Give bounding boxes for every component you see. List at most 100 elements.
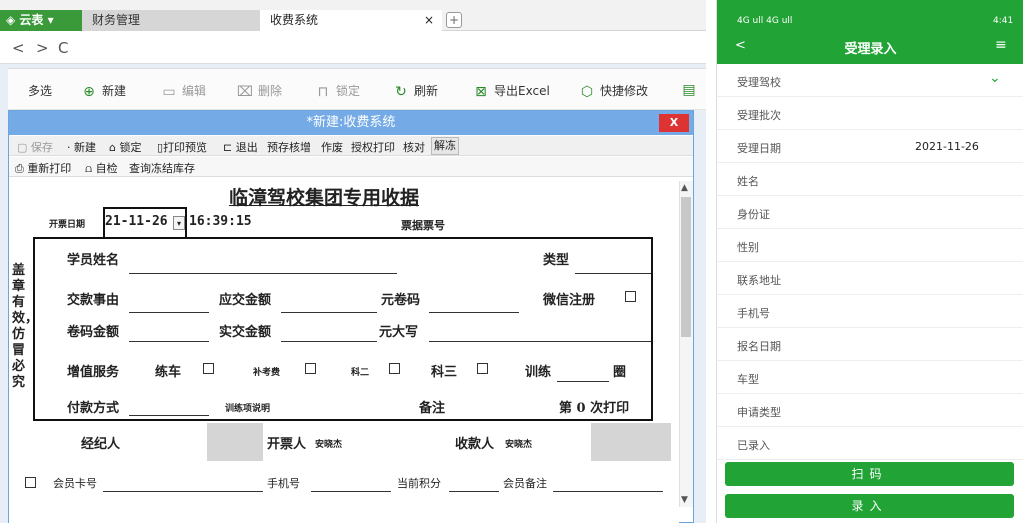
- phone-input[interactable]: [311, 491, 391, 492]
- reload-button[interactable]: C: [58, 39, 68, 57]
- phone-row-gender[interactable]: 性别: [717, 229, 1023, 262]
- phone-row-id[interactable]: 身份证: [717, 196, 1023, 229]
- phone-row-name[interactable]: 姓名: [717, 163, 1023, 196]
- excel-icon: ⊠: [475, 83, 487, 100]
- exit-button[interactable]: ⊏ 退出: [223, 139, 258, 155]
- subject2-checkbox[interactable]: [389, 363, 400, 374]
- dialog-lock-button[interactable]: ⌂ 锁定: [109, 139, 141, 155]
- subject2-label: 科二: [351, 368, 370, 378]
- receipt-title: 临漳驾校集团专用收据: [229, 187, 420, 209]
- coupon-code-label: 元卷码: [381, 293, 421, 308]
- reprint-button[interactable]: ⎙ 重新打印: [15, 160, 71, 176]
- pay-method-input[interactable]: [129, 415, 209, 416]
- pay-reason-label: 交款事由: [67, 293, 120, 308]
- issue-time-value: 16:39:15: [189, 214, 252, 229]
- practice-label: 练车: [155, 365, 182, 380]
- back-button[interactable]: <: [12, 39, 25, 57]
- amount-due-input[interactable]: [281, 312, 377, 313]
- unfreeze-button[interactable]: 解冻: [431, 137, 459, 155]
- amount-paid-input[interactable]: [281, 341, 377, 342]
- print-preview-button[interactable]: ▯打印预览: [157, 139, 207, 155]
- payee-input[interactable]: [591, 423, 671, 461]
- student-name-input[interactable]: [129, 273, 397, 274]
- query-frozen-stock-button[interactable]: 查询冻结库存: [129, 160, 195, 176]
- points-label: 当前积分: [397, 477, 441, 490]
- receipt-no-label: 票据票号: [401, 219, 445, 232]
- phone-row-vehicle[interactable]: 车型: [717, 361, 1023, 394]
- payee-label: 收款人: [455, 437, 495, 452]
- save-label: 保存: [30, 141, 53, 154]
- wechat-register-checkbox[interactable]: [625, 291, 636, 302]
- lock-button[interactable]: ⊓ 锁定: [314, 82, 360, 100]
- row-label: 联系地址: [737, 274, 781, 287]
- phone-row-signup-date[interactable]: 报名日期: [717, 328, 1023, 361]
- retake-fee-checkbox[interactable]: [305, 363, 316, 374]
- chevron-down-icon[interactable]: ⌄: [989, 70, 1001, 86]
- self-check-button[interactable]: ⩍ 自检: [85, 160, 118, 176]
- prestore-check-button[interactable]: 预存核增: [267, 139, 311, 155]
- dialog-lock-label: 锁定: [119, 141, 142, 154]
- scroll-up-icon[interactable]: ▲: [681, 183, 688, 193]
- phone-row-batch[interactable]: 受理批次: [717, 97, 1023, 130]
- coupon-amount-input[interactable]: [129, 341, 209, 342]
- phone-row-school[interactable]: 受理驾校 ⌄: [717, 64, 1023, 97]
- phone-row-address[interactable]: 联系地址: [717, 262, 1023, 295]
- points-input[interactable]: [449, 491, 499, 492]
- scroll-down-icon[interactable]: ▼: [681, 495, 688, 505]
- refresh-button[interactable]: ↻ 刷新: [392, 82, 438, 100]
- tab-charge-system[interactable]: 收费系统: [260, 10, 442, 31]
- scan-button[interactable]: 扫码: [725, 462, 1014, 486]
- dialog-close-button[interactable]: X: [659, 114, 689, 132]
- dialog-title: *新建:收费系统: [9, 111, 693, 135]
- yuan-upper-input[interactable]: [429, 341, 651, 342]
- edit-button[interactable]: ▭ 编辑: [160, 82, 206, 100]
- quick-edit-button[interactable]: ⬡ 快捷修改: [578, 82, 648, 100]
- subject3-checkbox[interactable]: [477, 363, 488, 374]
- member-card-label: 会员卡号: [53, 477, 97, 490]
- student-name-label: 学员姓名: [67, 253, 120, 268]
- app-toolbar: 多选 ⊕ 新建 ▭ 编辑 ⌧ 删除 ⊓ 锁定 ↻ 刷新 ⊠ 导出Excel ⬡ 快捷修改 ▤: [8, 68, 706, 110]
- app-logo[interactable]: ◈ 云表 ▾: [0, 10, 82, 31]
- self-check-label: 自检: [95, 162, 118, 175]
- agent-input[interactable]: [207, 423, 263, 461]
- void-button[interactable]: 作废: [321, 139, 343, 155]
- phone-row-date[interactable]: 受理日期 2021-11-26: [717, 130, 1023, 163]
- export-excel-button[interactable]: ⊠ 导出Excel: [472, 82, 550, 100]
- tab-close-button[interactable]: ×: [424, 10, 434, 31]
- phone-row-entered[interactable]: 已录入: [717, 427, 1023, 460]
- lock-icon: ⊓: [317, 83, 329, 100]
- member-note-input[interactable]: [553, 491, 663, 492]
- row-label: 受理批次: [737, 109, 781, 122]
- forward-button[interactable]: >: [36, 39, 49, 57]
- dialog-new-button[interactable]: · 新建: [67, 139, 96, 155]
- delete-icon: ⌧: [236, 83, 254, 100]
- member-card-input[interactable]: [103, 491, 263, 492]
- date-dropdown-button[interactable]: ▾: [173, 216, 185, 230]
- member-checkbox[interactable]: [25, 477, 36, 488]
- yuan-upper-label: 元大写: [379, 325, 419, 340]
- multi-select-button[interactable]: 多选: [28, 82, 52, 99]
- row-label: 申请类型: [737, 406, 781, 419]
- more-button[interactable]: ▤: [680, 82, 702, 98]
- delete-button[interactable]: ⌧ 删除: [236, 82, 282, 100]
- save-button[interactable]: ▢ 保存: [17, 139, 53, 155]
- phone-row-phone[interactable]: 手机号: [717, 295, 1023, 328]
- row-label: 身份证: [737, 208, 770, 221]
- new-tab-button[interactable]: +: [446, 12, 462, 28]
- coupon-code-input[interactable]: [429, 312, 519, 313]
- scrollbar-thumb[interactable]: [681, 197, 691, 337]
- phone-row-apply-type[interactable]: 申请类型: [717, 394, 1023, 427]
- type-input[interactable]: [575, 273, 651, 274]
- training-laps-input[interactable]: [557, 381, 609, 382]
- new-button[interactable]: ⊕ 新建: [80, 82, 126, 100]
- authorize-print-button[interactable]: 授权打印: [351, 139, 395, 155]
- pay-reason-input[interactable]: [129, 312, 209, 313]
- tab-finance[interactable]: 财务管理: [82, 10, 260, 31]
- verify-button[interactable]: 核对: [403, 139, 425, 155]
- payee-value: 安晓杰: [505, 440, 533, 450]
- new-label: 新建: [102, 84, 127, 98]
- practice-checkbox[interactable]: [203, 363, 214, 374]
- enter-button[interactable]: 录入: [725, 494, 1014, 518]
- browser-nav-row: < > C: [0, 31, 706, 64]
- menu-icon[interactable]: ≡: [995, 37, 1007, 53]
